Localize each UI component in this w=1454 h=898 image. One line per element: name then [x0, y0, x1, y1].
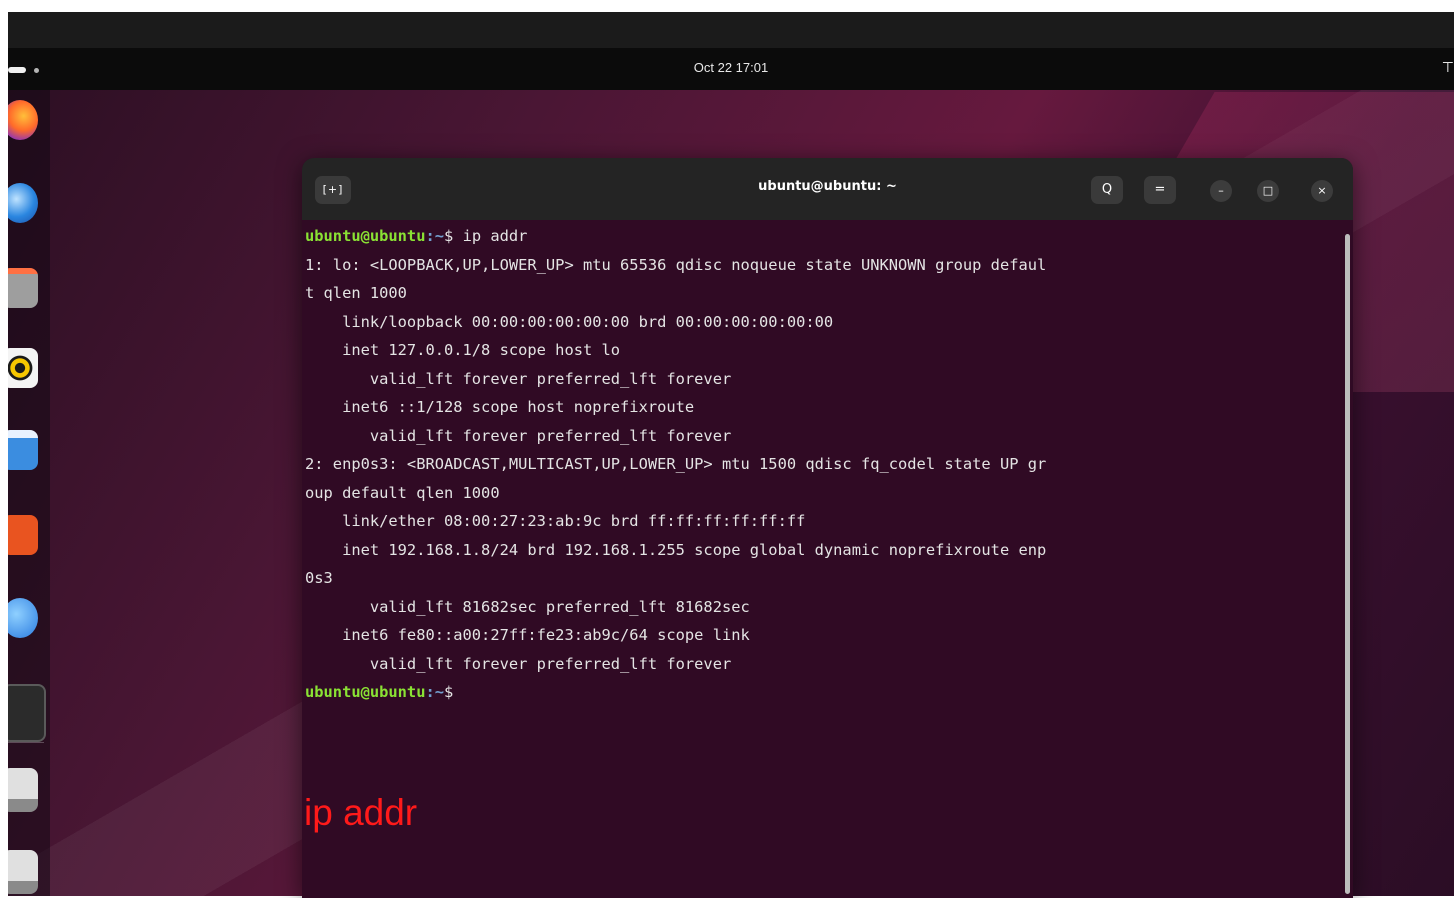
output-line: 2: enp0s3: <BROADCAST,MULTICAST,UP,LOWER…: [305, 455, 1047, 473]
output-line: valid_lft forever preferred_lft forever: [305, 369, 732, 388]
annotation-overlay: ip addr: [304, 792, 418, 833]
output-line: inet6 fe80::a00:27ff:fe23:ab9c/64 scope …: [305, 626, 750, 644]
files-icon[interactable]: [8, 268, 38, 308]
window-title: ubuntu@ubuntu: ~: [758, 179, 897, 194]
search-icon: Q: [1101, 182, 1113, 197]
terminal-icon[interactable]: [8, 684, 46, 742]
hamburger-menu-icon: =: [1154, 182, 1166, 197]
writer-icon[interactable]: [8, 430, 38, 470]
drive-icon[interactable]: [8, 850, 38, 894]
top-bar: Oct 22 17:01 ⊤: [8, 48, 1454, 90]
clock[interactable]: Oct 22 17:01: [8, 60, 1454, 75]
command-line: ubuntu@ubuntu:~$ ip addr: [305, 222, 1346, 251]
minimize-button[interactable]: –: [1210, 180, 1232, 202]
maximize-button[interactable]: □: [1257, 180, 1279, 202]
output-line: link/ether 08:00:27:23:ab:9c brd ff:ff:f…: [305, 512, 806, 530]
thunderbird-icon[interactable]: [8, 183, 38, 223]
output-line: 0s3: [305, 569, 333, 587]
command-text: ip addr: [462, 227, 528, 245]
terminal-output[interactable]: ubuntu@ubuntu:~$ ip addr 1: lo: <LOOPBAC…: [302, 220, 1346, 898]
prompt-user: ubuntu@ubuntu: [305, 227, 426, 245]
output-line: t qlen 1000: [305, 284, 407, 302]
firefox-icon[interactable]: [8, 100, 38, 140]
search-button[interactable]: Q: [1091, 176, 1123, 204]
output-line: valid_lft forever preferred_lft forever: [305, 426, 732, 445]
terminal-titlebar[interactable]: [+] ubuntu@ubuntu: ~ Q = – □ ×: [302, 158, 1353, 220]
output-line: inet 192.168.1.8/24 brd 192.168.1.255 sc…: [305, 540, 1047, 559]
output-line: 1: lo: <LOOPBACK,UP,LOWER_UP> mtu 65536 …: [305, 255, 1047, 274]
current-prompt[interactable]: ubuntu@ubuntu:~$: [305, 678, 1346, 707]
terminal-window[interactable]: [+] ubuntu@ubuntu: ~ Q = – □ × ubuntu@ub…: [302, 158, 1353, 898]
output-line: valid_lft forever preferred_lft forever: [305, 654, 732, 673]
output-line: oup default qlen 1000: [305, 483, 500, 502]
prompt-user: ubuntu@ubuntu: [305, 683, 426, 701]
prompt-path: :~: [425, 227, 445, 245]
prompt-path: :~: [425, 683, 445, 701]
close-button[interactable]: ×: [1311, 180, 1333, 202]
rhythmbox-icon[interactable]: [8, 348, 38, 388]
menu-button[interactable]: =: [1144, 176, 1176, 204]
dock-separator: [8, 742, 44, 743]
output-line: inet 127.0.0.1/8 scope host lo: [305, 341, 621, 359]
app-center-icon[interactable]: [8, 515, 38, 555]
output-line: valid_lft 81682sec preferred_lft 81682se…: [305, 597, 750, 616]
output-line: inet6 ::1/128 scope host noprefixroute: [305, 398, 695, 416]
screen-top-strip: [8, 12, 1454, 48]
prompt-symbol: $: [444, 227, 463, 245]
drive-icon[interactable]: [8, 768, 38, 812]
help-icon[interactable]: [8, 598, 38, 638]
network-icon[interactable]: ⊤: [1442, 60, 1454, 76]
output-line: link/loopback 00:00:00:00:00:00 brd 00:0…: [305, 312, 834, 331]
dock: [8, 90, 50, 896]
scrollbar[interactable]: [1345, 234, 1350, 894]
prompt-symbol: $: [444, 683, 463, 701]
